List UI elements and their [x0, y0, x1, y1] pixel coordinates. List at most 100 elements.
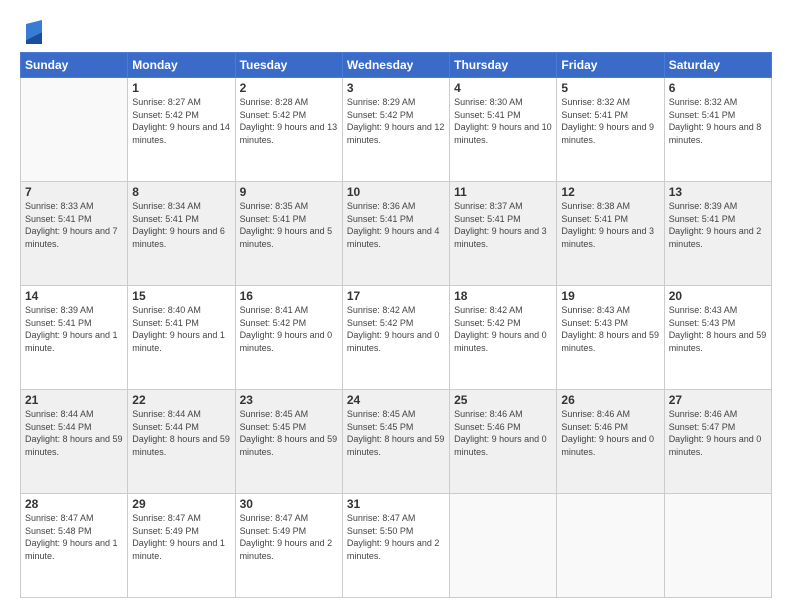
day-detail: Sunrise: 8:47 AMSunset: 5:48 PMDaylight:… — [25, 512, 123, 562]
calendar-day-cell: 6Sunrise: 8:32 AMSunset: 5:41 PMDaylight… — [664, 78, 771, 182]
day-detail: Sunrise: 8:28 AMSunset: 5:42 PMDaylight:… — [240, 96, 338, 146]
day-detail: Sunrise: 8:32 AMSunset: 5:41 PMDaylight:… — [669, 96, 767, 146]
calendar-day-cell: 3Sunrise: 8:29 AMSunset: 5:42 PMDaylight… — [342, 78, 449, 182]
day-number: 26 — [561, 393, 659, 407]
day-number: 4 — [454, 81, 552, 95]
logo-icon — [22, 18, 46, 46]
header — [20, 18, 772, 46]
calendar-week-row: 21Sunrise: 8:44 AMSunset: 5:44 PMDayligh… — [21, 390, 772, 494]
calendar-day-cell — [450, 494, 557, 598]
day-detail: Sunrise: 8:33 AMSunset: 5:41 PMDaylight:… — [25, 200, 123, 250]
day-detail: Sunrise: 8:47 AMSunset: 5:49 PMDaylight:… — [240, 512, 338, 562]
day-detail: Sunrise: 8:40 AMSunset: 5:41 PMDaylight:… — [132, 304, 230, 354]
day-detail: Sunrise: 8:27 AMSunset: 5:42 PMDaylight:… — [132, 96, 230, 146]
calendar-day-cell: 17Sunrise: 8:42 AMSunset: 5:42 PMDayligh… — [342, 286, 449, 390]
calendar-day-cell: 2Sunrise: 8:28 AMSunset: 5:42 PMDaylight… — [235, 78, 342, 182]
day-number: 11 — [454, 185, 552, 199]
day-number: 28 — [25, 497, 123, 511]
day-detail: Sunrise: 8:39 AMSunset: 5:41 PMDaylight:… — [669, 200, 767, 250]
calendar-day-cell: 19Sunrise: 8:43 AMSunset: 5:43 PMDayligh… — [557, 286, 664, 390]
day-detail: Sunrise: 8:45 AMSunset: 5:45 PMDaylight:… — [240, 408, 338, 458]
day-header-thursday: Thursday — [450, 53, 557, 78]
calendar-day-cell: 26Sunrise: 8:46 AMSunset: 5:46 PMDayligh… — [557, 390, 664, 494]
day-detail: Sunrise: 8:36 AMSunset: 5:41 PMDaylight:… — [347, 200, 445, 250]
day-detail: Sunrise: 8:45 AMSunset: 5:45 PMDaylight:… — [347, 408, 445, 458]
calendar-day-cell: 7Sunrise: 8:33 AMSunset: 5:41 PMDaylight… — [21, 182, 128, 286]
day-number: 8 — [132, 185, 230, 199]
calendar-day-cell: 23Sunrise: 8:45 AMSunset: 5:45 PMDayligh… — [235, 390, 342, 494]
calendar-day-cell — [557, 494, 664, 598]
calendar-day-cell: 30Sunrise: 8:47 AMSunset: 5:49 PMDayligh… — [235, 494, 342, 598]
day-number: 19 — [561, 289, 659, 303]
day-detail: Sunrise: 8:43 AMSunset: 5:43 PMDaylight:… — [561, 304, 659, 354]
day-detail: Sunrise: 8:44 AMSunset: 5:44 PMDaylight:… — [132, 408, 230, 458]
calendar-day-cell: 21Sunrise: 8:44 AMSunset: 5:44 PMDayligh… — [21, 390, 128, 494]
day-number: 16 — [240, 289, 338, 303]
day-number: 21 — [25, 393, 123, 407]
day-detail: Sunrise: 8:38 AMSunset: 5:41 PMDaylight:… — [561, 200, 659, 250]
calendar-week-row: 14Sunrise: 8:39 AMSunset: 5:41 PMDayligh… — [21, 286, 772, 390]
logo — [20, 18, 46, 46]
day-detail: Sunrise: 8:42 AMSunset: 5:42 PMDaylight:… — [347, 304, 445, 354]
day-detail: Sunrise: 8:30 AMSunset: 5:41 PMDaylight:… — [454, 96, 552, 146]
calendar-week-row: 7Sunrise: 8:33 AMSunset: 5:41 PMDaylight… — [21, 182, 772, 286]
calendar-day-cell: 20Sunrise: 8:43 AMSunset: 5:43 PMDayligh… — [664, 286, 771, 390]
day-detail: Sunrise: 8:44 AMSunset: 5:44 PMDaylight:… — [25, 408, 123, 458]
calendar-day-cell: 27Sunrise: 8:46 AMSunset: 5:47 PMDayligh… — [664, 390, 771, 494]
calendar-day-cell: 14Sunrise: 8:39 AMSunset: 5:41 PMDayligh… — [21, 286, 128, 390]
calendar-day-cell: 5Sunrise: 8:32 AMSunset: 5:41 PMDaylight… — [557, 78, 664, 182]
calendar-day-cell: 16Sunrise: 8:41 AMSunset: 5:42 PMDayligh… — [235, 286, 342, 390]
day-number: 5 — [561, 81, 659, 95]
day-number: 7 — [25, 185, 123, 199]
day-number: 3 — [347, 81, 445, 95]
calendar-day-cell: 9Sunrise: 8:35 AMSunset: 5:41 PMDaylight… — [235, 182, 342, 286]
calendar-table: SundayMondayTuesdayWednesdayThursdayFrid… — [20, 52, 772, 598]
calendar-day-cell: 8Sunrise: 8:34 AMSunset: 5:41 PMDaylight… — [128, 182, 235, 286]
calendar-day-cell: 29Sunrise: 8:47 AMSunset: 5:49 PMDayligh… — [128, 494, 235, 598]
day-detail: Sunrise: 8:43 AMSunset: 5:43 PMDaylight:… — [669, 304, 767, 354]
calendar-header-row: SundayMondayTuesdayWednesdayThursdayFrid… — [21, 53, 772, 78]
calendar-week-row: 28Sunrise: 8:47 AMSunset: 5:48 PMDayligh… — [21, 494, 772, 598]
day-number: 18 — [454, 289, 552, 303]
day-number: 29 — [132, 497, 230, 511]
day-number: 22 — [132, 393, 230, 407]
day-number: 1 — [132, 81, 230, 95]
day-detail: Sunrise: 8:39 AMSunset: 5:41 PMDaylight:… — [25, 304, 123, 354]
calendar-day-cell: 18Sunrise: 8:42 AMSunset: 5:42 PMDayligh… — [450, 286, 557, 390]
day-header-wednesday: Wednesday — [342, 53, 449, 78]
day-number: 17 — [347, 289, 445, 303]
day-header-sunday: Sunday — [21, 53, 128, 78]
day-detail: Sunrise: 8:37 AMSunset: 5:41 PMDaylight:… — [454, 200, 552, 250]
day-number: 12 — [561, 185, 659, 199]
day-detail: Sunrise: 8:42 AMSunset: 5:42 PMDaylight:… — [454, 304, 552, 354]
day-number: 27 — [669, 393, 767, 407]
calendar-day-cell: 12Sunrise: 8:38 AMSunset: 5:41 PMDayligh… — [557, 182, 664, 286]
calendar-day-cell: 15Sunrise: 8:40 AMSunset: 5:41 PMDayligh… — [128, 286, 235, 390]
day-number: 13 — [669, 185, 767, 199]
day-number: 9 — [240, 185, 338, 199]
calendar-week-row: 1Sunrise: 8:27 AMSunset: 5:42 PMDaylight… — [21, 78, 772, 182]
day-number: 30 — [240, 497, 338, 511]
day-header-saturday: Saturday — [664, 53, 771, 78]
day-number: 31 — [347, 497, 445, 511]
day-detail: Sunrise: 8:46 AMSunset: 5:47 PMDaylight:… — [669, 408, 767, 458]
day-detail: Sunrise: 8:35 AMSunset: 5:41 PMDaylight:… — [240, 200, 338, 250]
day-header-monday: Monday — [128, 53, 235, 78]
day-number: 20 — [669, 289, 767, 303]
page: SundayMondayTuesdayWednesdayThursdayFrid… — [0, 0, 792, 612]
day-header-tuesday: Tuesday — [235, 53, 342, 78]
day-number: 2 — [240, 81, 338, 95]
day-number: 14 — [25, 289, 123, 303]
calendar-day-cell — [664, 494, 771, 598]
day-detail: Sunrise: 8:47 AMSunset: 5:50 PMDaylight:… — [347, 512, 445, 562]
day-header-friday: Friday — [557, 53, 664, 78]
calendar-day-cell: 11Sunrise: 8:37 AMSunset: 5:41 PMDayligh… — [450, 182, 557, 286]
day-number: 24 — [347, 393, 445, 407]
day-detail: Sunrise: 8:29 AMSunset: 5:42 PMDaylight:… — [347, 96, 445, 146]
day-detail: Sunrise: 8:34 AMSunset: 5:41 PMDaylight:… — [132, 200, 230, 250]
calendar-day-cell: 22Sunrise: 8:44 AMSunset: 5:44 PMDayligh… — [128, 390, 235, 494]
day-number: 25 — [454, 393, 552, 407]
calendar-day-cell: 25Sunrise: 8:46 AMSunset: 5:46 PMDayligh… — [450, 390, 557, 494]
day-detail: Sunrise: 8:32 AMSunset: 5:41 PMDaylight:… — [561, 96, 659, 146]
calendar-day-cell: 31Sunrise: 8:47 AMSunset: 5:50 PMDayligh… — [342, 494, 449, 598]
